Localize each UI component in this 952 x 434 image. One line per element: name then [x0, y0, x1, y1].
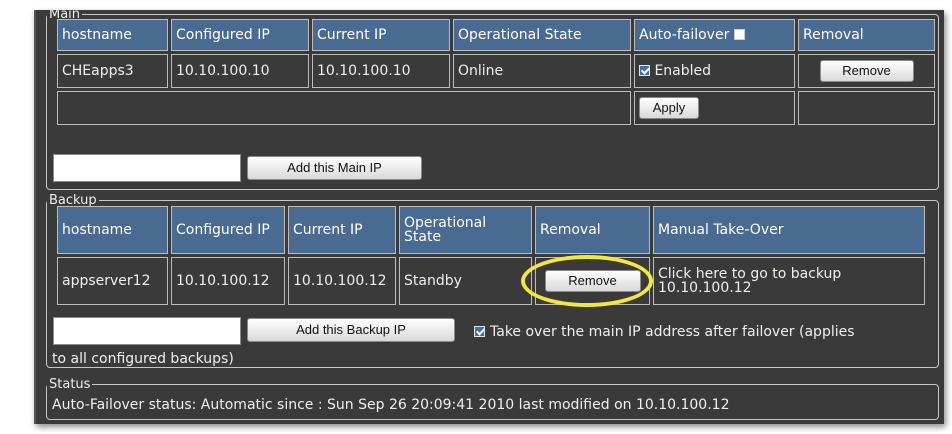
main-cell-configured-ip: 10.10.100.10 — [171, 54, 309, 88]
add-main-ip-button[interactable]: Add this Main IP — [247, 156, 422, 180]
main-cell-current-ip: 10.10.100.10 — [312, 54, 450, 88]
takeover-checkbox[interactable] — [474, 326, 485, 337]
main-header-hostname: hostname — [57, 19, 168, 51]
status-legend: Status — [49, 377, 91, 392]
main-ip-input[interactable] — [53, 154, 241, 182]
failover-panel: Main hostname Configured IP Current IP O… — [34, 8, 944, 424]
main-cell-apply: Apply — [634, 91, 795, 125]
backup-header-current-ip: Current IP — [288, 206, 396, 254]
main-empty-cell — [57, 91, 631, 125]
backup-cell-removal: Remove — [535, 257, 650, 305]
backup-cell-operational-state: Standby — [399, 257, 532, 305]
main-header-removal: Removal — [798, 19, 935, 51]
backup-header-removal: Removal — [535, 206, 650, 254]
auto-failover-select-all-checkbox[interactable] — [733, 29, 745, 40]
backup-takeover-link[interactable]: Click here to go to backup 10.10.100.12 — [653, 257, 925, 305]
backup-cell-hostname: appserver12 — [57, 257, 168, 305]
main-cell-removal: Remove — [798, 54, 935, 88]
backup-ip-input[interactable] — [53, 317, 241, 345]
main-cell-operational-state: Online — [453, 54, 631, 88]
backup-header-manual-takeover: Manual Take-Over — [653, 206, 925, 254]
backup-remove-button[interactable]: Remove — [544, 270, 641, 292]
status-text: Auto-Failover status: Automatic since : … — [52, 397, 730, 413]
main-header-configured-ip: Configured IP — [171, 19, 309, 51]
auto-failover-label: Auto-failover — [639, 27, 730, 43]
main-table: hostname Configured IP Current IP Operat… — [54, 16, 938, 128]
takeover-label: Take over the main IP address after fail… — [490, 324, 855, 340]
main-remove-button[interactable]: Remove — [819, 60, 914, 82]
main-empty-cell-2 — [798, 91, 935, 125]
main-cell-hostname: CHEapps3 — [57, 54, 168, 88]
backup-table: hostname Configured IP Current IP Operat… — [54, 203, 928, 308]
backup-cell-current-ip: 10.10.100.12 — [288, 257, 396, 305]
takeover-label-cont: to all configured backups) — [52, 351, 234, 367]
enabled-checkbox[interactable] — [639, 65, 650, 76]
enabled-label: Enabled — [654, 63, 712, 79]
backup-cell-configured-ip: 10.10.100.12 — [171, 257, 285, 305]
add-backup-ip-button[interactable]: Add this Backup IP — [247, 318, 455, 342]
backup-header-hostname: hostname — [57, 206, 168, 254]
backup-header-configured-ip: Configured IP — [171, 206, 285, 254]
main-header-auto-failover: Auto-failover — [634, 19, 795, 51]
backup-header-operational-state: Operational State — [399, 206, 532, 254]
main-cell-auto-failover: Enabled — [634, 54, 795, 88]
main-header-current-ip: Current IP — [312, 19, 450, 51]
main-header-operational-state: Operational State — [453, 19, 631, 51]
apply-button[interactable]: Apply — [639, 97, 699, 119]
